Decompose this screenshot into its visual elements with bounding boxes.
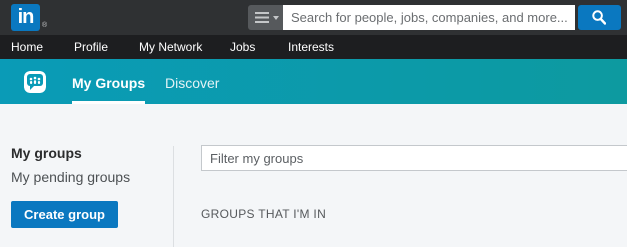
filter-groups-input[interactable] — [201, 145, 627, 171]
groups-subnav: My Groups Discover — [0, 59, 627, 104]
top-header: in ® — [0, 0, 627, 35]
main-nav: Home Profile My Network Jobs Interests — [0, 35, 627, 59]
menu-icon — [255, 12, 269, 23]
sidebar-my-groups[interactable]: My groups — [11, 145, 82, 161]
divider — [173, 146, 174, 247]
search-icon — [592, 10, 606, 25]
section-heading: GROUPS THAT I'M IN — [201, 207, 327, 221]
search-input[interactable] — [283, 5, 575, 30]
groups-icon[interactable] — [24, 71, 46, 93]
linkedin-logo[interactable]: in — [11, 4, 40, 31]
registered-mark: ® — [42, 22, 48, 29]
nav-profile[interactable]: Profile — [74, 35, 108, 59]
nav-home[interactable]: Home — [11, 35, 43, 59]
nav-my-network[interactable]: My Network — [139, 35, 202, 59]
tab-discover[interactable]: Discover — [165, 59, 219, 104]
tab-my-groups[interactable]: My Groups — [72, 59, 146, 104]
chevron-down-icon — [273, 16, 279, 20]
search-button[interactable] — [578, 5, 621, 30]
search-type-dropdown[interactable] — [248, 5, 283, 30]
create-group-button[interactable]: Create group — [11, 201, 118, 228]
sidebar-my-pending-groups[interactable]: My pending groups — [11, 169, 130, 185]
nav-jobs[interactable]: Jobs — [230, 35, 255, 59]
nav-interests[interactable]: Interests — [288, 35, 334, 59]
